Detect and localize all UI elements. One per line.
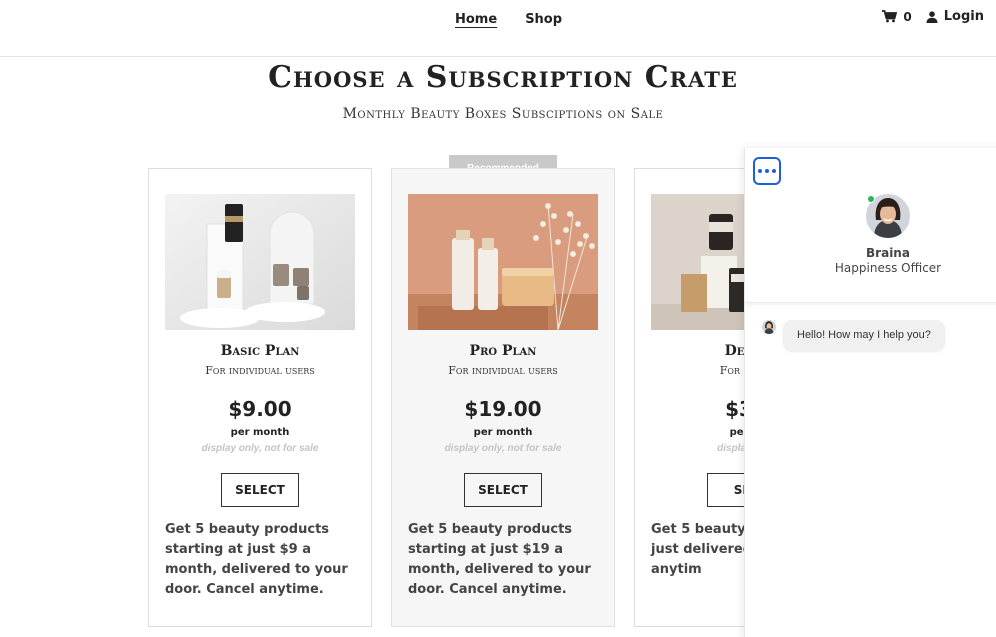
login-label: Login bbox=[943, 9, 984, 24]
product-image bbox=[165, 194, 355, 330]
ellipsis-dot bbox=[772, 169, 776, 173]
chat-message: Hello! How may I help you? bbox=[783, 320, 945, 351]
site-header: Home Shop 0 Login bbox=[0, 0, 996, 57]
product-image bbox=[408, 194, 598, 330]
select-basic-button[interactable]: SELECT bbox=[221, 473, 299, 507]
plan-description: Get 5 beauty products starting at just $… bbox=[165, 522, 348, 597]
nav-shop-link[interactable]: Shop bbox=[525, 12, 562, 27]
plan-name: Basic Plan bbox=[220, 343, 300, 359]
message-avatar bbox=[762, 320, 776, 334]
plan-audience: For individual users bbox=[448, 364, 558, 377]
agent-name: Braina bbox=[866, 246, 910, 260]
chat-header: Braina Happiness Officer bbox=[745, 148, 996, 303]
cart-icon bbox=[882, 10, 898, 23]
ellipsis-icon bbox=[758, 169, 762, 173]
page-subtitle: Monthly Beauty Boxes Subsciptions on Sal… bbox=[342, 106, 664, 122]
page-title: Choose a Subscription Crate bbox=[268, 60, 738, 95]
plan-period: per month bbox=[230, 427, 290, 438]
plan-note: display only, not for sale bbox=[201, 443, 319, 454]
plan-card-pro: Pro Plan For individual users $19.00 per… bbox=[391, 168, 615, 627]
plan-price: $9.00 bbox=[228, 397, 292, 421]
chat-widget: Braina Happiness Officer Hello! How may … bbox=[744, 148, 996, 637]
plan-period: per month bbox=[473, 427, 533, 438]
login-link[interactable]: Login bbox=[926, 9, 984, 24]
select-pro-button[interactable]: SELECT bbox=[464, 473, 542, 507]
plan-note: display only, not for sale bbox=[444, 443, 562, 454]
chat-menu-button[interactable] bbox=[753, 157, 781, 185]
plan-price: $19.00 bbox=[464, 397, 542, 421]
main-nav: Home Shop bbox=[455, 12, 562, 27]
cart-button[interactable]: 0 bbox=[882, 9, 912, 24]
cart-count: 0 bbox=[903, 9, 912, 24]
plan-card-basic: Basic Plan For individual users $9.00 pe… bbox=[148, 168, 372, 627]
nav-home-link[interactable]: Home bbox=[455, 12, 497, 27]
online-status-dot bbox=[867, 195, 875, 203]
agent-role: Happiness Officer bbox=[834, 261, 942, 275]
header-actions: 0 Login bbox=[882, 9, 984, 24]
plan-description: Get 5 beauty products starting at just $… bbox=[408, 522, 591, 597]
plan-audience: For individual users bbox=[205, 364, 315, 377]
plan-name: Pro Plan bbox=[469, 343, 537, 359]
ellipsis-dot bbox=[765, 169, 769, 173]
user-icon bbox=[926, 10, 938, 23]
